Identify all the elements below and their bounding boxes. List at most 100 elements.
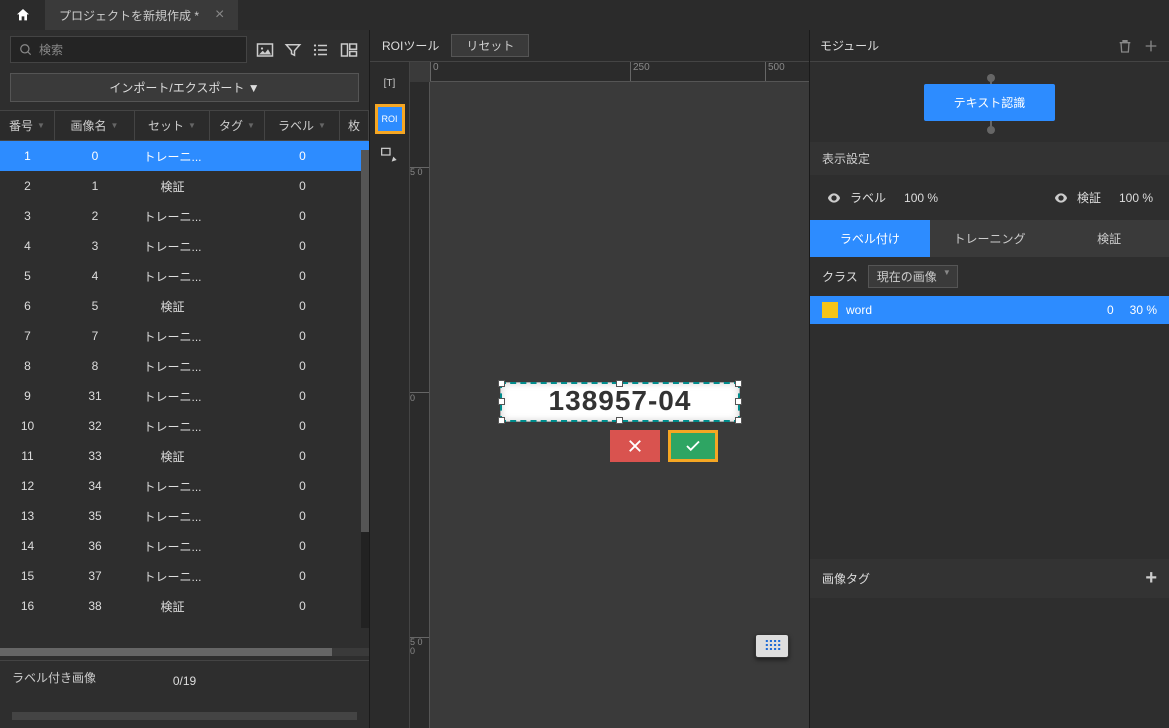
roi-handle-r[interactable] [735, 398, 742, 405]
reset-button[interactable]: リセット [451, 34, 529, 57]
horizontal-scrollbar[interactable] [0, 648, 369, 656]
filter-icon[interactable] [283, 40, 303, 60]
col-header-tag[interactable]: タグ▼ [210, 111, 265, 140]
table-row[interactable]: 1032トレーニ...0 [0, 411, 369, 441]
col-header-image-name[interactable]: 画像名▼ [55, 111, 135, 140]
col-header-set[interactable]: セット▼ [135, 111, 210, 140]
progress-label: 0/19 [173, 674, 196, 688]
table-row[interactable]: 32トレーニ...0 [0, 201, 369, 231]
cell-num: 15 [0, 569, 55, 583]
col-header-label[interactable]: ラベル▼ [265, 111, 340, 140]
cell-label: 0 [265, 599, 340, 613]
horizontal-ruler: 0 250 500 [430, 62, 809, 82]
search-input[interactable]: 検索 [10, 36, 247, 63]
roi-handle-b[interactable] [616, 417, 623, 424]
table-header: 番号▼ 画像名▼ セット▼ タグ▼ ラベル▼ 枚 [0, 110, 369, 141]
image-tag-label: 画像タグ [822, 570, 870, 587]
close-tab-icon[interactable]: × [215, 6, 224, 24]
vis-val-text: 検証 [1077, 189, 1101, 206]
roi-selection-box[interactable] [500, 382, 740, 422]
cell-set: トレーニ... [135, 388, 210, 405]
visibility-validation-toggle[interactable]: 検証 100 % [1053, 189, 1153, 206]
eye-icon [1053, 190, 1069, 206]
table-row[interactable]: 1234トレーニ...0 [0, 471, 369, 501]
mode-tabs: ラベル付け トレーニング 検証 [810, 220, 1169, 257]
import-export-button[interactable]: インポート/エクスポート ▼ [10, 73, 359, 102]
table-row[interactable]: 88トレーニ...0 [0, 351, 369, 381]
project-tab[interactable]: プロジェクトを新規作成 * × [45, 0, 238, 30]
pointer-tool-button[interactable] [375, 140, 405, 170]
table-row[interactable]: 21検証0 [0, 171, 369, 201]
visibility-label-toggle[interactable]: ラベル 100 % [826, 189, 938, 206]
plus-icon[interactable] [1143, 38, 1159, 54]
add-image-tag-button[interactable]: + [1145, 567, 1157, 590]
text-tool-button[interactable]: [T] [375, 68, 405, 98]
cell-set: トレーニ... [135, 568, 210, 585]
cell-set: 検証 [135, 448, 210, 465]
pointer-icon [380, 145, 400, 165]
table-row[interactable]: 931トレーニ...0 [0, 381, 369, 411]
table-row[interactable]: 43トレーニ...0 [0, 231, 369, 261]
cell-num: 13 [0, 509, 55, 523]
roi-tool-label: ROIツール [382, 37, 439, 54]
cell-name: 0 [55, 149, 135, 163]
cell-name: 5 [55, 299, 135, 313]
cell-num: 14 [0, 539, 55, 553]
cell-label: 0 [265, 329, 340, 343]
cell-name: 36 [55, 539, 135, 553]
home-icon [15, 7, 31, 23]
list-icon[interactable] [311, 40, 331, 60]
cell-label: 0 [265, 449, 340, 463]
image-table-body: 10トレーニ...021検証032トレーニ...043トレーニ...054トレー… [0, 141, 369, 644]
table-row[interactable]: 1638検証0 [0, 591, 369, 621]
home-button[interactable] [0, 0, 45, 30]
table-row[interactable]: 1537トレーニ...0 [0, 561, 369, 591]
table-row[interactable]: 10トレーニ...0 [0, 141, 369, 171]
progress-bar [12, 712, 357, 720]
image-tag-area [810, 598, 1169, 728]
text-recognition-module[interactable]: テキスト認識 [924, 84, 1056, 121]
table-row[interactable]: 1436トレーニ...0 [0, 531, 369, 561]
tab-labeling[interactable]: ラベル付け [810, 220, 930, 257]
trash-icon[interactable] [1117, 38, 1133, 54]
confirm-roi-button[interactable] [668, 430, 718, 462]
search-placeholder: 検索 [39, 41, 63, 58]
cell-set: トレーニ... [135, 478, 210, 495]
vertical-scrollbar[interactable] [361, 150, 369, 628]
cell-name: 35 [55, 509, 135, 523]
center-panel: ROIツール リセット [T] ROI 0 250 500 5 [370, 30, 809, 728]
table-row[interactable]: 65検証0 [0, 291, 369, 321]
tab-validation[interactable]: 検証 [1049, 220, 1169, 257]
keyboard-icon: ⠿⠿ [764, 638, 781, 655]
cell-name: 32 [55, 419, 135, 433]
canvas[interactable]: 138957-04 [430, 82, 809, 728]
roi-handle-br[interactable] [735, 417, 742, 424]
roi-handle-tr[interactable] [735, 380, 742, 387]
cell-label: 0 [265, 269, 340, 283]
cell-label: 0 [265, 299, 340, 313]
image-placeholder-icon[interactable] [255, 40, 275, 60]
roi-handle-l[interactable] [498, 398, 505, 405]
class-item-word[interactable]: word 0 30 % [810, 296, 1169, 324]
layout-icon[interactable] [339, 40, 359, 60]
cell-num: 4 [0, 239, 55, 253]
roi-handle-t[interactable] [616, 380, 623, 387]
table-row[interactable]: 1335トレーニ...0 [0, 501, 369, 531]
table-row[interactable]: 77トレーニ...0 [0, 321, 369, 351]
roi-handle-tl[interactable] [498, 380, 505, 387]
keyboard-toggle[interactable]: ⠿⠿ [755, 634, 789, 658]
class-scope-select[interactable]: 現在の画像 [868, 265, 958, 288]
col-header-count[interactable]: 枚 [340, 111, 369, 140]
vertical-ruler: 5 0 0 5 0 0 [410, 82, 430, 728]
roi-handle-bl[interactable] [498, 417, 505, 424]
tab-training[interactable]: トレーニング [930, 220, 1050, 257]
vis-label-text: ラベル [850, 189, 886, 206]
table-row[interactable]: 54トレーニ...0 [0, 261, 369, 291]
cell-set: トレーニ... [135, 358, 210, 375]
cell-set: トレーニ... [135, 418, 210, 435]
table-row[interactable]: 1133検証0 [0, 441, 369, 471]
cell-name: 38 [55, 599, 135, 613]
roi-tool-button[interactable]: ROI [375, 104, 405, 134]
col-header-number[interactable]: 番号▼ [0, 111, 55, 140]
cancel-roi-button[interactable] [610, 430, 660, 462]
